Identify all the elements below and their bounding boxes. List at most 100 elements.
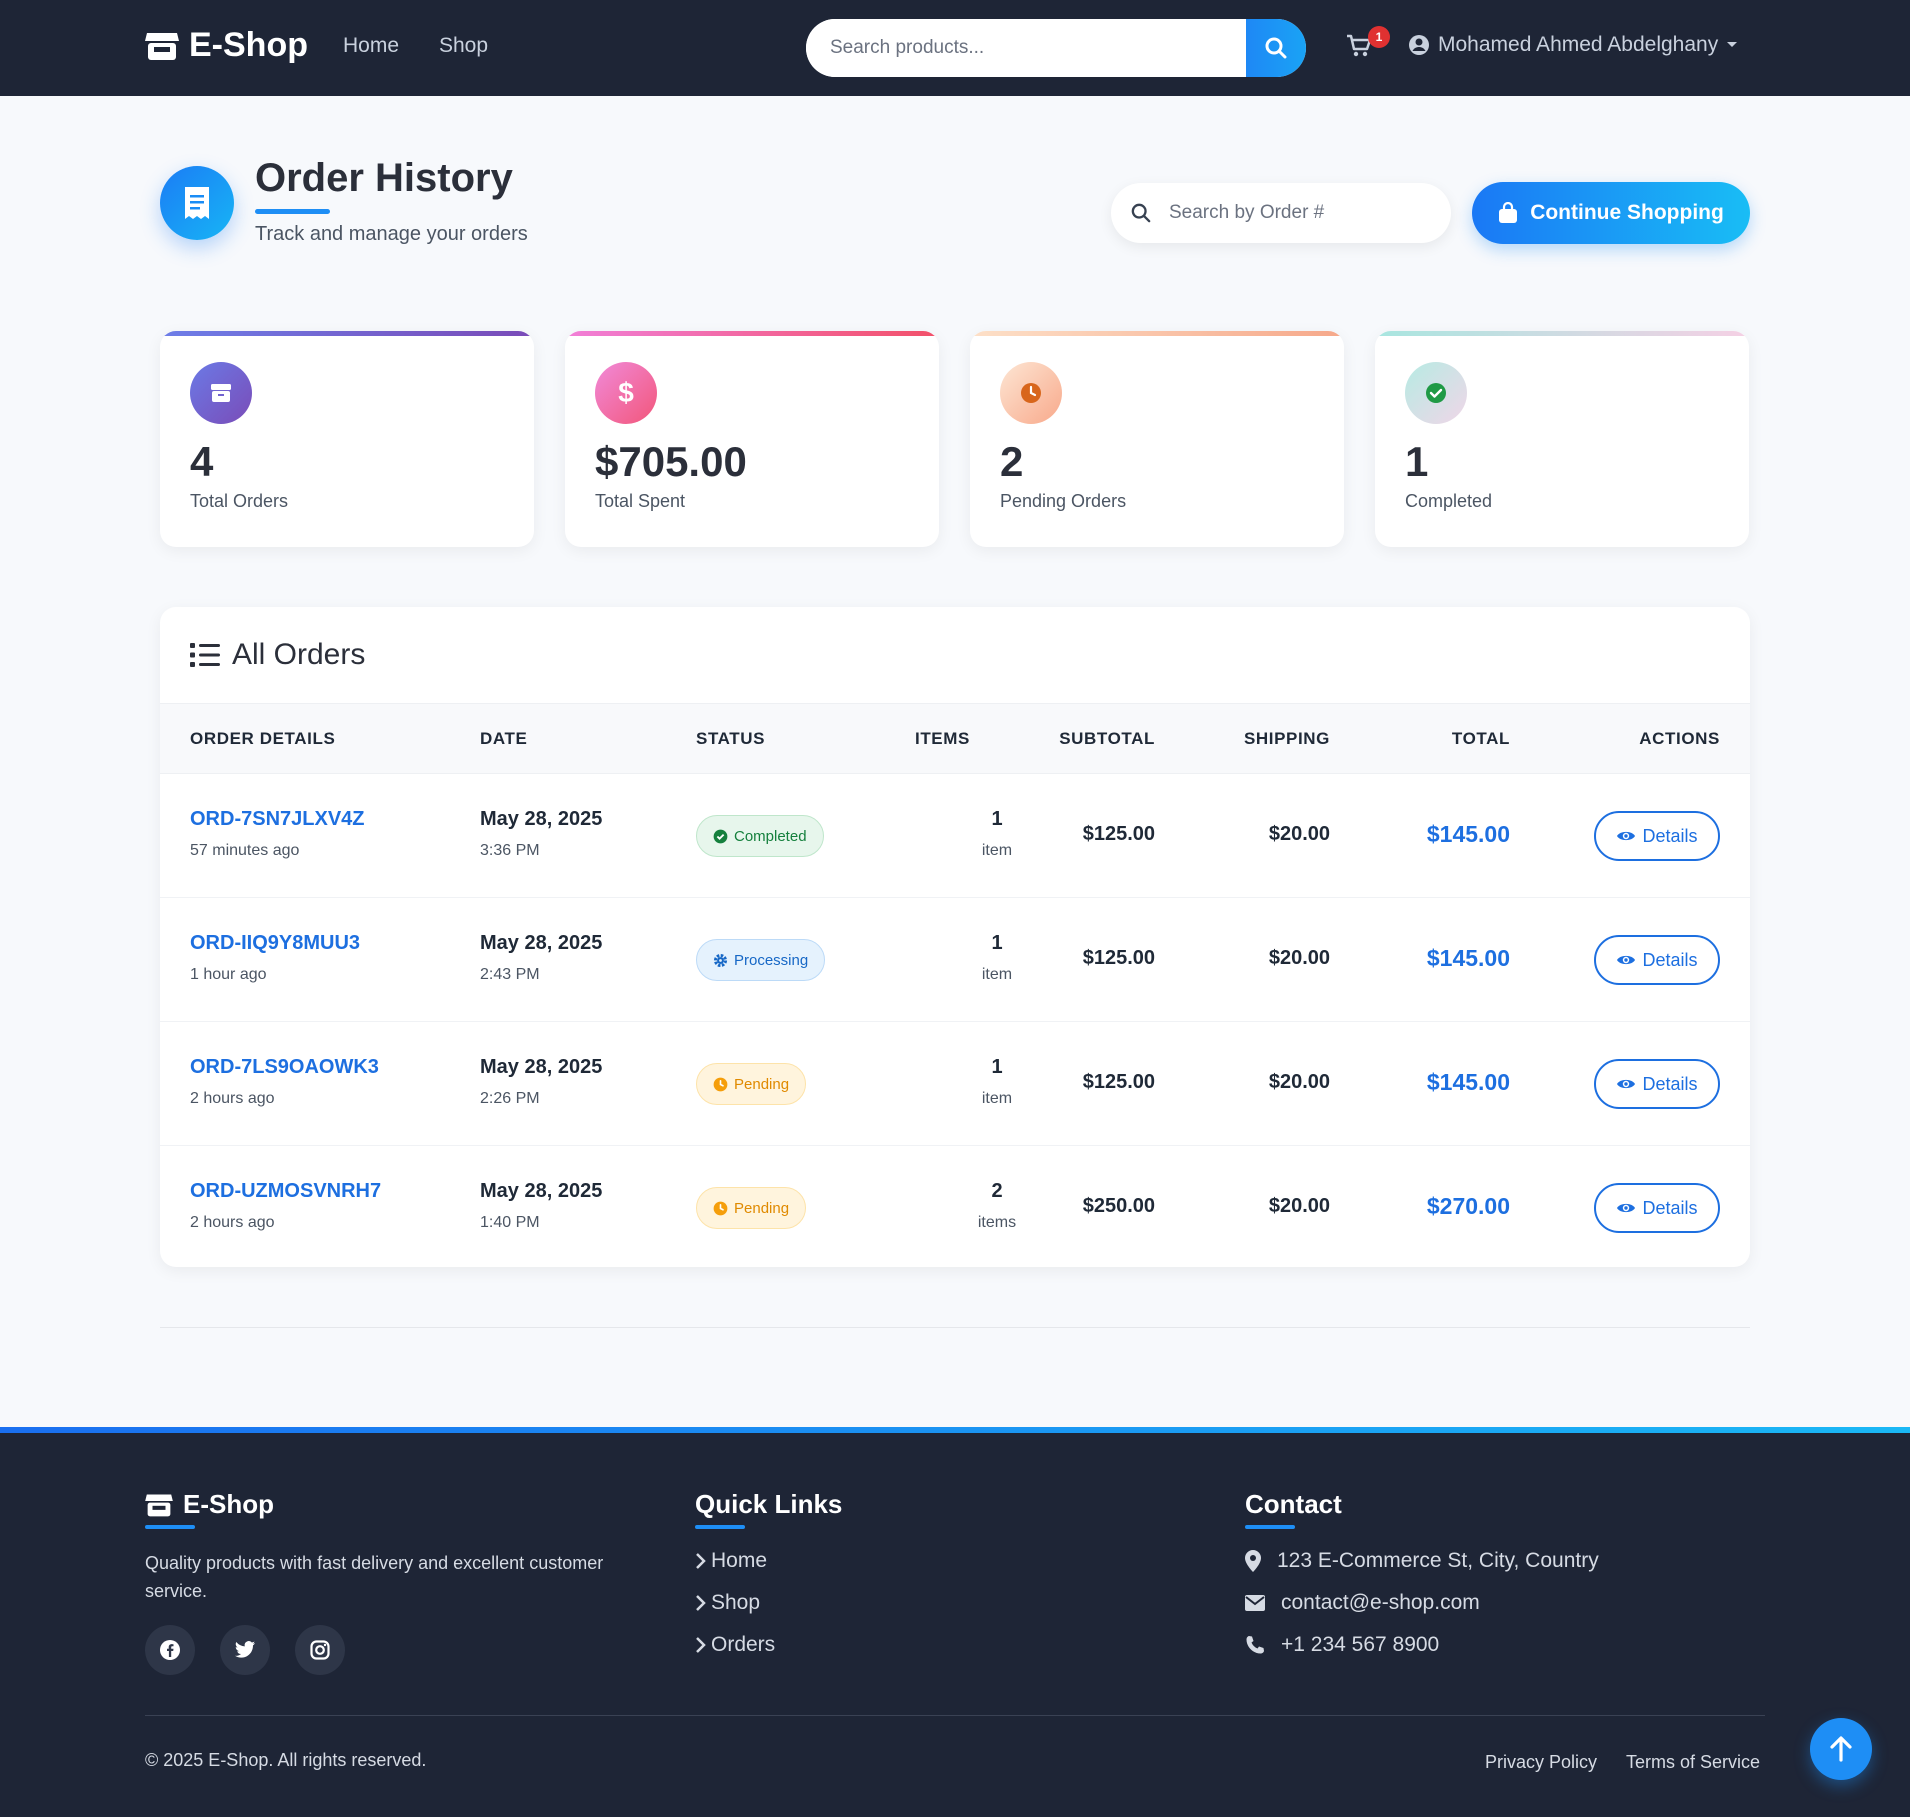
items-count: 1 <box>991 932 1003 954</box>
column-header-total[interactable]: TOTAL <box>1452 729 1510 749</box>
order-shipping: $20.00 <box>1268 1071 1330 1093</box>
quick-links-heading: Quick Links <box>695 1489 843 1519</box>
footer-link-label: Orders <box>711 1633 776 1656</box>
footer-link-orders[interactable]: Orders <box>695 1633 775 1657</box>
stat-value: 2 <box>1000 438 1024 485</box>
status-label: Processing <box>734 951 809 969</box>
order-relative-time: 1 hour ago <box>190 966 267 983</box>
table-row: ORD-IIQ9Y8MUU3 1 hour ago May 28, 2025 2… <box>160 898 1750 1022</box>
order-shipping: $20.00 <box>1268 823 1330 845</box>
back-to-top-button[interactable] <box>1810 1718 1872 1780</box>
status-label: Pending <box>734 1199 790 1217</box>
items-count: 1 <box>991 1056 1003 1078</box>
check-circle-icon <box>713 829 728 843</box>
search-icon <box>1131 203 1151 223</box>
nav-link-shop[interactable]: Shop <box>439 34 488 58</box>
items-unit: item <box>981 842 1013 859</box>
continue-shopping-button[interactable]: Continue Shopping <box>1472 182 1750 244</box>
facebook-link[interactable] <box>145 1625 195 1675</box>
product-search-input[interactable] <box>806 19 1246 77</box>
column-header-actions: ACTIONS <box>1639 729 1720 748</box>
clock-icon <box>713 1201 728 1215</box>
continue-shopping-label: Continue Shopping <box>1530 201 1724 224</box>
search-icon <box>1265 37 1287 59</box>
order-time: 3:36 PM <box>480 842 540 859</box>
nav-link-home[interactable]: Home <box>343 34 399 58</box>
footer: E-Shop Quality products with fast delive… <box>0 1427 1910 1817</box>
table-row: ORD-7LS9OAOWK3 2 hours ago May 28, 2025 … <box>160 1022 1750 1146</box>
page-subtitle: Track and manage your orders <box>255 223 528 245</box>
heading-underline <box>145 1525 195 1529</box>
items-count: 1 <box>991 808 1003 830</box>
envelope-icon <box>1245 1595 1265 1611</box>
details-button[interactable]: Details <box>1594 1183 1720 1233</box>
stat-card-total-spent: $ $705.00 Total Spent <box>565 331 939 547</box>
store-icon <box>145 32 179 60</box>
order-id-link[interactable]: ORD-7LS9OAOWK3 <box>190 1056 379 1079</box>
column-header-order-details[interactable]: ORDER DETAILS <box>190 729 335 749</box>
map-pin-icon <box>1245 1550 1261 1572</box>
gear-icon <box>713 953 728 967</box>
eye-icon <box>1617 831 1636 841</box>
order-date: May 28, 2025 <box>480 808 603 830</box>
copyright: © 2025 E-Shop. All rights reserved. <box>145 1750 427 1770</box>
privacy-policy-link[interactable]: Privacy Policy <box>1485 1752 1597 1773</box>
chevron-right-icon <box>696 1637 706 1653</box>
footer-link-label: Home <box>711 1549 768 1572</box>
contact-email-text: contact@e-shop.com <box>1281 1591 1480 1614</box>
page-title: Order History <box>255 156 513 200</box>
details-button[interactable]: Details <box>1594 811 1720 861</box>
status-badge: Completed <box>696 815 824 857</box>
stat-label: Completed <box>1405 491 1493 511</box>
details-button[interactable]: Details <box>1594 935 1720 985</box>
stat-value: 1 <box>1405 438 1429 485</box>
details-label: Details <box>1642 949 1698 970</box>
column-header-status[interactable]: STATUS <box>696 729 765 749</box>
items-unit: item <box>981 1090 1013 1107</box>
brand-name: E-Shop <box>189 26 308 64</box>
order-subtotal: $125.00 <box>1082 947 1155 969</box>
order-relative-time: 2 hours ago <box>190 1214 275 1231</box>
cart-button[interactable]: 1 <box>1346 26 1390 63</box>
instagram-link[interactable] <box>295 1625 345 1675</box>
orders-panel: All Orders ORDER DETAILS DATE STATUS ITE… <box>160 607 1750 1267</box>
order-total: $145.00 <box>1426 1069 1510 1095</box>
receipt-icon <box>160 166 234 240</box>
items-unit: item <box>981 966 1013 983</box>
stat-card-pending-orders: 2 Pending Orders <box>970 331 1344 547</box>
footer-link-home[interactable]: Home <box>695 1549 767 1573</box>
column-header-items[interactable]: ITEMS <box>915 729 970 749</box>
order-subtotal: $250.00 <box>1082 1195 1155 1217</box>
orders-table-header: ORDER DETAILS DATE STATUS ITEMS SUBTOTAL… <box>160 704 1750 774</box>
user-menu[interactable]: Mohamed Ahmed Abdelghany <box>1408 33 1738 57</box>
store-icon <box>145 1493 173 1516</box>
order-search-input[interactable] <box>1169 202 1409 224</box>
phone-icon <box>1246 1636 1264 1654</box>
order-id-link[interactable]: ORD-IIQ9Y8MUU3 <box>190 932 360 955</box>
search-button[interactable] <box>1246 19 1306 77</box>
status-badge: Pending <box>696 1063 807 1105</box>
order-id-link[interactable]: ORD-UZMOSVNRH7 <box>190 1180 381 1203</box>
order-time: 2:43 PM <box>480 966 540 983</box>
column-header-shipping[interactable]: SHIPPING <box>1244 729 1330 749</box>
brand-logo[interactable]: E-Shop <box>145 26 308 65</box>
check-circle-icon <box>1405 362 1467 424</box>
status-label: Pending <box>734 1075 790 1093</box>
order-total: $145.00 <box>1426 821 1510 847</box>
table-row: ORD-UZMOSVNRH7 2 hours ago May 28, 2025 … <box>160 1146 1750 1267</box>
details-button[interactable]: Details <box>1594 1059 1720 1109</box>
terms-of-service-link[interactable]: Terms of Service <box>1626 1752 1760 1773</box>
contact-phone[interactable]: +1 234 567 8900 <box>1245 1633 1439 1657</box>
column-header-date[interactable]: DATE <box>480 729 527 749</box>
order-id-link[interactable]: ORD-7SN7JLXV4Z <box>190 808 365 831</box>
order-relative-time: 2 hours ago <box>190 1090 275 1107</box>
column-header-subtotal[interactable]: SUBTOTAL <box>1059 729 1155 749</box>
status-label: Completed <box>734 827 807 845</box>
contact-email[interactable]: contact@e-shop.com <box>1245 1591 1480 1615</box>
twitter-link[interactable] <box>220 1625 270 1675</box>
stat-label: Total Orders <box>190 491 289 511</box>
caret-down-icon <box>1727 42 1738 47</box>
footer-link-shop[interactable]: Shop <box>695 1591 760 1615</box>
chevron-right-icon <box>696 1553 706 1569</box>
order-shipping: $20.00 <box>1268 947 1330 969</box>
